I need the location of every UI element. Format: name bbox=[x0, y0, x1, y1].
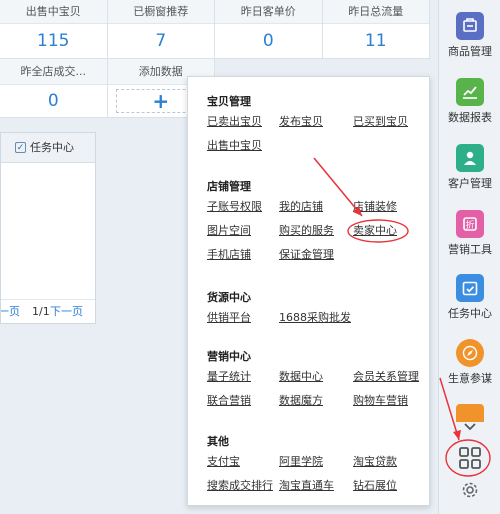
page-indicator: 1/1 bbox=[32, 305, 50, 318]
discount-tag-icon: 折 bbox=[456, 210, 484, 238]
app-menu-popup: 宝贝管理 已卖出宝贝 发布宝贝 已买到宝贝 出售中宝贝 店铺管理 子账号权限 我… bbox=[187, 76, 430, 506]
stat-label: 已橱窗推荐 bbox=[107, 0, 214, 24]
toolbar-apps-button[interactable] bbox=[439, 446, 500, 470]
toolbar-item-data-reports[interactable]: 数据报表 bbox=[439, 78, 500, 125]
stat-window-recommend[interactable]: 已橱窗推荐 7 bbox=[107, 0, 215, 59]
menu-link-crm[interactable]: 会员关系管理 bbox=[353, 368, 419, 384]
section-title: 货源中心 bbox=[207, 291, 251, 304]
menu-link-1688[interactable]: 1688采购批发 bbox=[279, 309, 351, 325]
pager: 上一页 1/1 下一页 bbox=[1, 299, 95, 323]
task-center-panel: ✓ 任务中心 上一页 1/1 下一页 bbox=[0, 132, 96, 324]
toolbar-label: 任务中心 bbox=[448, 307, 492, 320]
menu-link-data-center[interactable]: 数据中心 bbox=[279, 368, 323, 384]
menu-link-quantum-stats[interactable]: 量子统计 bbox=[207, 368, 251, 384]
menu-link-taobao-loan[interactable]: 淘宝贷款 bbox=[353, 453, 397, 469]
chevron-down-icon bbox=[439, 421, 500, 435]
stat-value: 115 bbox=[37, 31, 70, 51]
svg-text:折: 折 bbox=[465, 219, 474, 231]
section-title: 店铺管理 bbox=[207, 180, 251, 193]
stat-value: 0 bbox=[262, 31, 274, 51]
toolbar-item-customer-management[interactable]: 客户管理 bbox=[439, 144, 500, 191]
menu-link-deposit[interactable]: 保证金管理 bbox=[279, 246, 334, 262]
section-title: 营销中心 bbox=[207, 350, 251, 363]
menu-link-ali-academy[interactable]: 阿里学院 bbox=[279, 453, 323, 469]
stats-row-1: 出售中宝贝 115 已橱窗推荐 7 昨日客单价 0 昨日总流量 11 bbox=[0, 0, 430, 59]
toolbar-label: 客户管理 bbox=[448, 177, 492, 190]
menu-link-supply-platform[interactable]: 供销平台 bbox=[207, 309, 251, 325]
menu-link-bought-items[interactable]: 已买到宝贝 bbox=[353, 113, 408, 129]
toolbar-item-task-center[interactable]: 任务中心 bbox=[439, 274, 500, 321]
section-title: 宝贝管理 bbox=[207, 95, 251, 108]
chart-icon bbox=[456, 78, 484, 106]
toolbar-label: 生意参谋 bbox=[448, 372, 492, 385]
toolbar-item-marketing-tools[interactable]: 折 营销工具 bbox=[439, 210, 500, 257]
menu-link-store-decor[interactable]: 店铺装修 bbox=[353, 198, 397, 214]
menu-link-subaccount[interactable]: 子账号权限 bbox=[207, 198, 262, 214]
toolbar-label: 商品管理 bbox=[448, 45, 492, 58]
toolbar-item-product-management[interactable]: 商品管理 bbox=[439, 12, 500, 59]
gear-icon bbox=[460, 480, 480, 500]
app-root: 出售中宝贝 115 已橱窗推荐 7 昨日客单价 0 昨日总流量 11 昨全店成交… bbox=[0, 0, 500, 514]
right-toolbar: 商品管理 数据报表 客户管理 折 营销工具 任务中心 生意参谋 bbox=[438, 0, 500, 514]
checkbox-icon: ✓ bbox=[15, 142, 26, 153]
stat-traffic[interactable]: 昨日总流量 11 bbox=[322, 0, 430, 59]
stat-store-deals[interactable]: 昨全店成交... 0 bbox=[0, 59, 108, 118]
compass-icon bbox=[456, 339, 484, 367]
menu-link-image-space[interactable]: 图片空间 bbox=[207, 222, 251, 238]
menu-link-diamond-booth[interactable]: 钻石展位 bbox=[353, 477, 397, 493]
partial-tool-icon bbox=[456, 404, 484, 422]
stat-label: 出售中宝贝 bbox=[0, 0, 107, 24]
stat-value: 0 bbox=[47, 91, 59, 111]
menu-section-sourcing: 货源中心 供销平台 1688采购批发 bbox=[207, 289, 427, 329]
menu-link-data-cube[interactable]: 数据魔方 bbox=[279, 392, 323, 408]
stat-value: 11 bbox=[364, 31, 387, 51]
toolbar-label: 数据报表 bbox=[448, 111, 492, 124]
customer-icon bbox=[456, 144, 484, 172]
menu-section-store: 店铺管理 子账号权限 我的店铺 店铺装修 图片空间 购买的服务 卖家中心 手机店… bbox=[207, 178, 427, 268]
menu-link-cart-marketing[interactable]: 购物车营销 bbox=[353, 392, 408, 408]
prev-page-link[interactable]: 上一页 bbox=[1, 300, 20, 323]
stat-label: 昨全店成交... bbox=[0, 59, 107, 85]
menu-link-on-sale-items[interactable]: 出售中宝贝 bbox=[207, 137, 262, 153]
grid-apps-icon bbox=[458, 446, 482, 470]
next-page-link[interactable]: 下一页 bbox=[50, 300, 83, 323]
menu-link-joint-marketing[interactable]: 联合营销 bbox=[207, 392, 251, 408]
toolbar-expand-button[interactable] bbox=[439, 404, 500, 435]
stat-value: 7 bbox=[155, 31, 167, 51]
menu-link-search-rank[interactable]: 搜索成交排行 bbox=[207, 477, 273, 493]
menu-section-products: 宝贝管理 已卖出宝贝 发布宝贝 已买到宝贝 出售中宝贝 bbox=[207, 93, 427, 155]
stat-label: 昨日总流量 bbox=[322, 0, 429, 24]
stat-label: 昨日客单价 bbox=[215, 0, 322, 24]
menu-link-sold-items[interactable]: 已卖出宝贝 bbox=[207, 113, 262, 129]
product-management-icon bbox=[456, 12, 484, 40]
calendar-check-icon bbox=[456, 274, 484, 302]
menu-link-bought-services[interactable]: 购买的服务 bbox=[279, 222, 334, 238]
toolbar-label: 营销工具 bbox=[448, 243, 492, 256]
task-center-title: 任务中心 bbox=[30, 140, 74, 154]
menu-link-publish-item[interactable]: 发布宝贝 bbox=[279, 113, 323, 129]
menu-section-marketing: 营销中心 量子统计 数据中心 会员关系管理 联合营销 数据魔方 购物车营销 bbox=[207, 348, 427, 414]
stat-selling-items[interactable]: 出售中宝贝 115 bbox=[0, 0, 108, 59]
menu-link-seller-center[interactable]: 卖家中心 bbox=[353, 222, 397, 238]
menu-link-alipay[interactable]: 支付宝 bbox=[207, 453, 240, 469]
section-title: 其他 bbox=[207, 435, 229, 448]
toolbar-item-business-advisor[interactable]: 生意参谋 bbox=[439, 339, 500, 386]
task-center-header[interactable]: ✓ 任务中心 bbox=[1, 133, 95, 163]
menu-section-other: 其他 支付宝 阿里学院 淘宝贷款 搜索成交排行 淘宝直通车 钻石展位 bbox=[207, 433, 427, 499]
menu-link-my-store[interactable]: 我的店铺 bbox=[279, 198, 323, 214]
stat-avg-order[interactable]: 昨日客单价 0 bbox=[215, 0, 323, 59]
menu-link-through-train[interactable]: 淘宝直通车 bbox=[279, 477, 334, 493]
toolbar-settings-button[interactable] bbox=[439, 480, 500, 500]
menu-link-mobile-store[interactable]: 手机店铺 bbox=[207, 246, 251, 262]
